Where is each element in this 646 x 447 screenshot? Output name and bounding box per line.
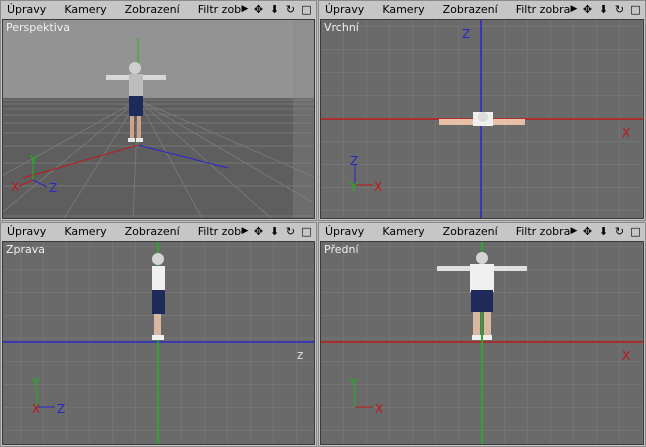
main-axis-label-z: z xyxy=(297,348,303,362)
menu-arrow-icon[interactable]: ▶ xyxy=(570,225,578,238)
viewport-canvas-perspective[interactable]: Perspektiva Y X Z xyxy=(2,19,315,219)
triad-label-z: Z xyxy=(57,402,65,416)
menu-cameras[interactable]: Kamery xyxy=(60,1,106,18)
menu-cameras[interactable]: Kamery xyxy=(60,223,106,240)
perspective-scene: Y X Z xyxy=(3,20,314,218)
menu-cameras[interactable]: Kamery xyxy=(378,223,424,240)
menu-edit[interactable]: Úpravy xyxy=(319,1,364,18)
menu-edit[interactable]: Úpravy xyxy=(1,223,46,240)
rotate-icon[interactable]: ↻ xyxy=(613,225,626,238)
front-scene: X Y X xyxy=(321,242,643,444)
triad-label-z: Z xyxy=(350,154,358,168)
menu-arrow-icon[interactable]: ▶ xyxy=(241,225,249,238)
rotate-icon[interactable]: ↻ xyxy=(284,3,297,16)
move-icon[interactable]: ✥ xyxy=(252,225,265,238)
viewport-label: Perspektiva xyxy=(6,21,71,34)
maximize-icon[interactable]: □ xyxy=(629,3,642,16)
triad-label-x: X xyxy=(375,402,383,416)
rotate-icon[interactable]: ↻ xyxy=(613,3,626,16)
move-icon[interactable]: ✥ xyxy=(581,225,594,238)
viewport-canvas-top[interactable]: Vrchní Z X Z X Y xyxy=(320,19,644,219)
triad-label-x: X xyxy=(11,180,19,194)
menu-display[interactable]: Zobrazení xyxy=(121,1,180,18)
menu-display[interactable]: Zobrazení xyxy=(439,223,498,240)
main-axis-label-x: X xyxy=(622,349,630,363)
dolly-icon[interactable]: ⬇ xyxy=(268,225,281,238)
triad-label-x: X xyxy=(374,180,382,194)
viewport-label: Vrchní xyxy=(324,21,359,34)
maximize-icon[interactable]: □ xyxy=(300,225,313,238)
triad-label-z: Z xyxy=(49,181,57,195)
viewport-tools: ▶ ✥ ⬇ ↻ □ xyxy=(570,1,645,18)
viewport-tools: ▶ ✥ ⬇ ↻ □ xyxy=(570,223,645,240)
triad-label-y: Y xyxy=(31,376,40,390)
maximize-icon[interactable]: □ xyxy=(629,225,642,238)
triad-label-y: Y xyxy=(349,376,358,390)
triad-label-x: X xyxy=(32,402,40,416)
triad-label-y: Y xyxy=(29,153,38,167)
top-scene: Z X Z X Y xyxy=(321,20,643,218)
menu-display[interactable]: Zobrazení xyxy=(121,223,180,240)
viewport-pane-perspective: Úpravy Kamery Zobrazení Filtr zobra ▶ ✥ … xyxy=(0,0,317,221)
move-icon[interactable]: ✥ xyxy=(581,3,594,16)
main-axis-label-x: X xyxy=(622,126,630,140)
triad-label-y: Y xyxy=(349,180,358,194)
right-scene: z Y Z X xyxy=(3,242,314,444)
viewport-pane-front: Úpravy Kamery Zobrazení Filtr zobrazení … xyxy=(318,222,646,447)
viewport-canvas-front[interactable]: Přední X Y X xyxy=(320,241,644,445)
viewport-label: Zprava xyxy=(6,243,46,256)
move-icon[interactable]: ✥ xyxy=(252,3,265,16)
dolly-icon[interactable]: ⬇ xyxy=(268,3,281,16)
menu-cameras[interactable]: Kamery xyxy=(378,1,424,18)
menu-arrow-icon[interactable]: ▶ xyxy=(570,3,578,16)
dolly-icon[interactable]: ⬇ xyxy=(597,225,610,238)
viewport-canvas-right[interactable]: Zprava z Y Z X xyxy=(2,241,315,445)
menu-edit[interactable]: Úpravy xyxy=(319,223,364,240)
viewport-pane-top: Úpravy Kamery Zobrazení Filtr zobrazení … xyxy=(318,0,646,221)
rotate-icon[interactable]: ↻ xyxy=(284,225,297,238)
dolly-icon[interactable]: ⬇ xyxy=(597,3,610,16)
viewport-tools: ▶ ✥ ⬇ ↻ □ xyxy=(241,223,316,240)
menu-display[interactable]: Zobrazení xyxy=(439,1,498,18)
main-axis-label-z: Z xyxy=(462,27,470,41)
menu-edit[interactable]: Úpravy xyxy=(1,1,46,18)
viewport-label: Přední xyxy=(324,243,359,256)
viewport-pane-right: Úpravy Kamery Zobrazení Filtr zobrazen ▶… xyxy=(0,222,317,447)
viewport-tools: ▶ ✥ ⬇ ↻ □ xyxy=(241,1,316,18)
maximize-icon[interactable]: □ xyxy=(300,3,313,16)
menu-arrow-icon[interactable]: ▶ xyxy=(241,3,249,16)
